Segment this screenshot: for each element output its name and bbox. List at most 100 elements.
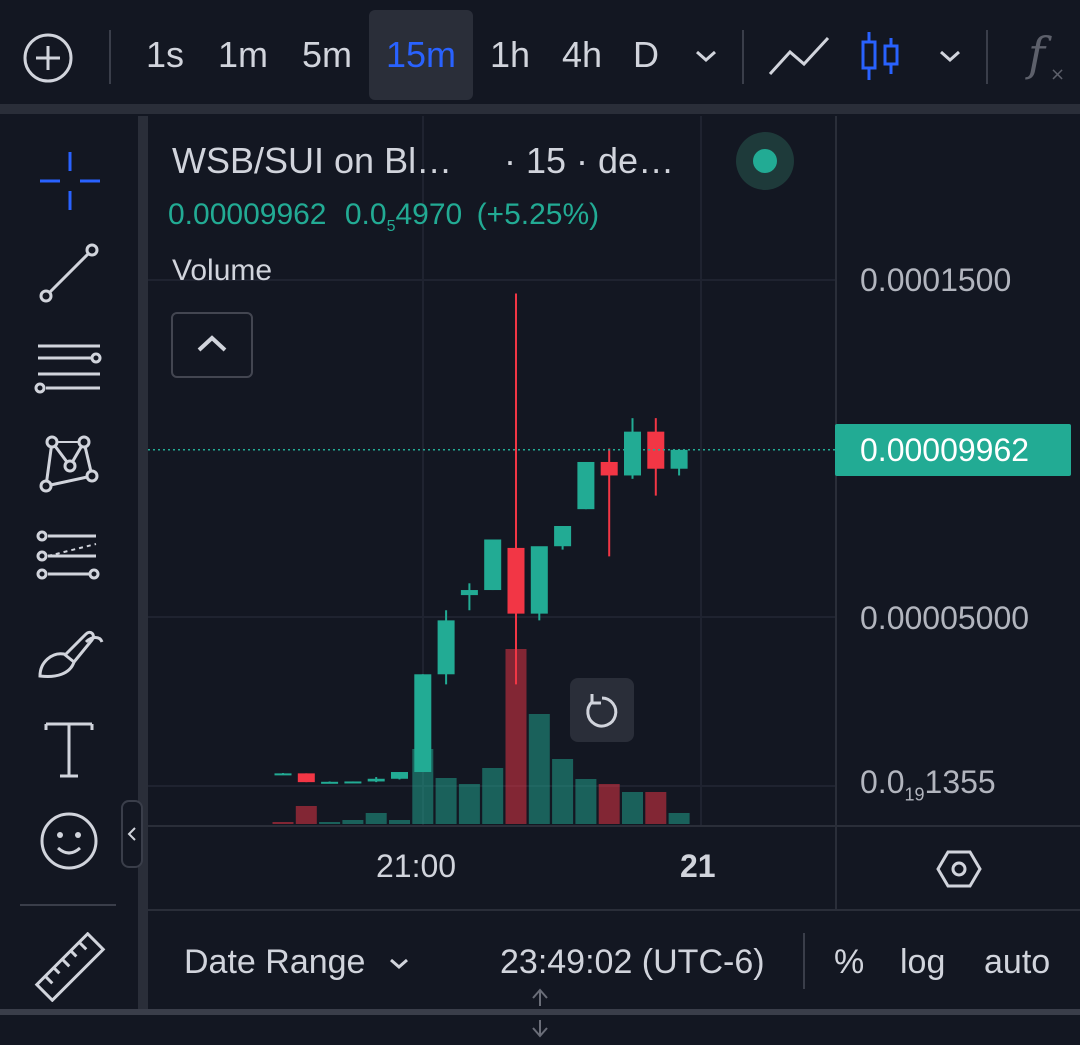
collapse-legend-button[interactable]	[171, 312, 253, 378]
volume-bar	[668, 813, 690, 824]
price-axis-label-low: 0.0191355	[860, 764, 996, 805]
legend-price: 0.00009962 0.054970 (+5.25%)	[168, 198, 599, 236]
volume-bar	[389, 820, 410, 824]
svg-text:f: f	[1025, 27, 1052, 81]
toolbar-separator	[109, 30, 111, 84]
date-range-button[interactable]: Date Range	[184, 943, 413, 982]
legend-change: 0.054970	[344, 198, 463, 235]
pattern-tool[interactable]	[30, 430, 110, 500]
candle-body	[554, 526, 572, 547]
horizontal-lines-icon	[34, 344, 102, 394]
timeframe-d[interactable]: D	[626, 10, 666, 100]
market-status[interactable]	[736, 132, 794, 190]
timeframe-1s[interactable]: 1s	[135, 10, 195, 100]
add-symbol-button[interactable]	[20, 30, 76, 86]
volume-bar	[482, 768, 504, 824]
candle-body	[600, 461, 618, 476]
horizontal-lines-tool[interactable]	[30, 334, 110, 404]
text-tool[interactable]	[30, 714, 110, 784]
fib-retracement-icon	[36, 530, 100, 580]
chart-pane[interactable]: WSB/SUI on Bl… · 15 · de… 0.00009962 0.0…	[148, 116, 1080, 909]
symbol-title[interactable]: WSB/SUI on Bl…	[172, 140, 452, 182]
price-axis-label: 0.00005000	[860, 600, 1030, 636]
drawing-toolbar	[0, 116, 138, 1009]
brush-icon	[38, 630, 104, 678]
top-toolbar: 1s 1m 5m 15m 1h 4h D f ×	[0, 0, 1080, 104]
candle-body	[344, 781, 362, 784]
pattern-icon	[39, 435, 99, 493]
volume-bar	[622, 792, 643, 824]
line-chart-button[interactable]	[766, 32, 832, 82]
chart-settings-button[interactable]	[934, 844, 984, 894]
volume-legend-label[interactable]: Volume	[172, 254, 272, 288]
candle-body	[391, 772, 408, 779]
toolbar-divider	[0, 104, 1080, 114]
fib-retracement-tool[interactable]	[30, 526, 110, 596]
candlestick-button[interactable]	[858, 28, 904, 84]
price-axis-label: 0.0001500	[860, 262, 1012, 298]
legend-change-prefix: 0.0	[344, 198, 387, 231]
current-price-label: 0.00009962	[835, 424, 1071, 476]
trend-line-tool[interactable]	[30, 238, 110, 308]
emoji-icon	[40, 812, 98, 870]
market-status-dot	[753, 149, 777, 173]
auto-scale-toggle[interactable]: auto	[984, 943, 1050, 982]
volume-bar	[575, 779, 597, 824]
candle-body	[297, 773, 315, 783]
clock-timezone[interactable]: 23:49:02 (UTC-6)	[500, 943, 765, 982]
chevron-up-icon	[197, 335, 227, 352]
ruler-icon	[34, 931, 106, 1003]
brush-tool[interactable]	[30, 622, 110, 692]
chevron-down-icon	[389, 958, 408, 970]
percent-scale-toggle[interactable]: %	[834, 943, 864, 982]
volume-bar	[598, 784, 620, 824]
add-circle-icon	[23, 33, 73, 83]
crosshair-icon	[40, 152, 100, 210]
resize-handle[interactable]	[528, 986, 552, 1040]
legend-change-rest: 4970	[395, 198, 463, 231]
ruler-tool[interactable]	[30, 931, 110, 1003]
candle-body	[507, 547, 525, 614]
date-range-label: Date Range	[184, 943, 366, 981]
candle-body	[624, 431, 641, 476]
emoji-tool[interactable]	[30, 806, 110, 876]
function-icon: f ×	[1025, 27, 1065, 85]
bottom-toolbar: Date Range 23:49:02 (UTC-6) % log auto	[148, 911, 1080, 1009]
timeframe-1h[interactable]: 1h	[482, 10, 538, 100]
volume-bar	[342, 820, 364, 824]
log-scale-toggle[interactable]: log	[900, 943, 945, 982]
chevron-down-icon	[940, 50, 960, 63]
volume-bar	[552, 759, 574, 824]
chevron-down-icon	[696, 50, 716, 63]
timeframe-dropdown[interactable]	[690, 40, 722, 72]
chevron-left-icon	[127, 827, 136, 841]
collapse-toolbar-button[interactable]	[121, 800, 143, 868]
timeframe-4h[interactable]: 4h	[552, 10, 612, 100]
legend-change-percent: (+5.25%)	[476, 198, 600, 231]
current-price-value: 0.00009962	[860, 432, 1030, 468]
volume-bar	[528, 714, 550, 824]
symbol-interval: · 15 · de…	[504, 140, 675, 181]
crosshair-tool[interactable]	[30, 146, 110, 216]
trend-line-icon	[39, 243, 99, 303]
toolbar-border	[138, 116, 148, 1009]
volume-bar	[272, 822, 294, 824]
candle-body	[484, 539, 502, 591]
timeframe-15m[interactable]: 15m	[369, 10, 473, 100]
reset-chart-button[interactable]	[570, 678, 634, 742]
timeframe-5m[interactable]: 5m	[292, 10, 362, 100]
chart-type-dropdown[interactable]	[934, 40, 966, 72]
volume-bar	[295, 806, 317, 824]
indicators-button[interactable]: f ×	[1024, 26, 1072, 86]
volume-bar	[435, 778, 457, 824]
candle-body	[274, 773, 292, 776]
tool-divider	[20, 904, 116, 906]
volume-bar	[319, 822, 341, 824]
candle-body	[530, 546, 548, 614]
candle-body	[670, 449, 688, 469]
candle-body	[414, 674, 432, 773]
timeframe-1m[interactable]: 1m	[210, 10, 276, 100]
svg-text:×: ×	[1050, 64, 1065, 85]
time-axis-label: 21:00	[376, 848, 457, 884]
bottom-separator	[803, 933, 805, 989]
